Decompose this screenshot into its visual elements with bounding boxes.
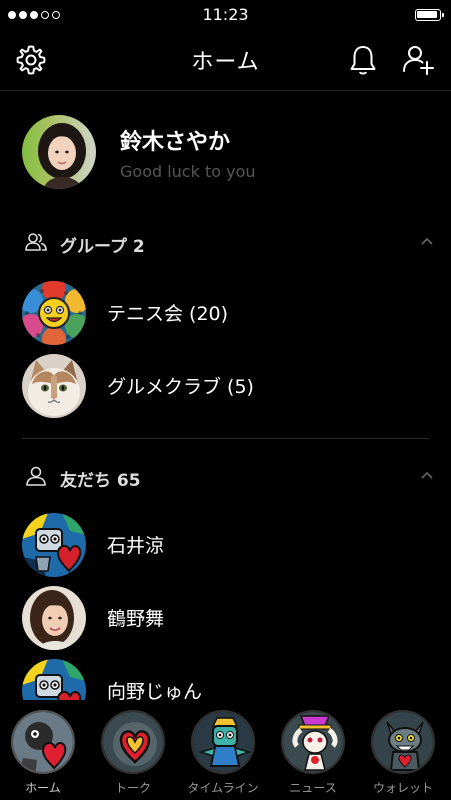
battery-icon [415, 9, 444, 21]
app-header: ホーム [0, 30, 451, 91]
bottom-tab-bar: ホーム トーク タイムライン ニュース ウォレット [0, 700, 451, 800]
tab-label: ホーム [25, 781, 61, 795]
rabbit-tab-avatar [281, 710, 345, 774]
tab-label: ウォレット [372, 781, 433, 795]
status-time: 11:23 [202, 5, 249, 24]
robot-heart-avatar [22, 513, 86, 577]
status-bar: 11:23 [0, 0, 451, 30]
tab-wallet[interactable]: ウォレット [365, 710, 441, 795]
group-name: テニス会 (20) [107, 303, 229, 325]
monster-tab-avatar [371, 710, 435, 774]
chevron-up-icon[interactable] [419, 234, 435, 250]
home-tab-avatar [11, 710, 75, 774]
profile-status-message: Good luck to you [120, 162, 256, 181]
friend-name: 向野じゅん [107, 681, 203, 700]
friends-section-header[interactable]: 友だち 65 [0, 456, 451, 496]
tab-timeline[interactable]: タイムライン [185, 710, 261, 795]
groups-section-header[interactable]: グループ 2 [0, 222, 451, 262]
tab-label: タイムライン [187, 781, 259, 795]
add-friend-icon[interactable] [400, 42, 436, 78]
list-item[interactable]: 石井涼 [0, 509, 451, 581]
flower-avatar [22, 281, 86, 345]
person-icon [26, 466, 46, 486]
page-title: ホーム [191, 50, 260, 75]
friends-section-title: 友だち 65 [60, 471, 141, 491]
woman-photo-avatar [22, 586, 86, 650]
heart-tab-avatar [101, 710, 165, 774]
tab-label: ニュース [289, 781, 337, 795]
bell-icon[interactable] [345, 42, 381, 78]
groups-section-title: グループ 2 [60, 237, 145, 257]
group-icon [25, 233, 47, 251]
cat-avatar [22, 354, 86, 418]
my-profile[interactable]: 鈴木さやか Good luck to you [0, 110, 451, 195]
tab-home[interactable]: ホーム [5, 710, 81, 795]
robot-heart-avatar [22, 659, 86, 700]
list-item[interactable]: グルメクラブ (5) [0, 350, 451, 422]
list-item[interactable]: 鶴野舞 [0, 582, 451, 654]
profile-name: 鈴木さやか [120, 130, 231, 155]
list-item[interactable]: 向野じゅん [0, 655, 451, 700]
section-divider [22, 438, 429, 439]
character-tab-avatar [191, 710, 255, 774]
friend-name: 石井涼 [107, 535, 165, 557]
list-item[interactable]: テニス会 (20) [0, 277, 451, 349]
group-name: グルメクラブ (5) [107, 376, 254, 398]
tab-label: トーク [114, 781, 151, 795]
profile-avatar[interactable] [22, 115, 96, 189]
tab-news[interactable]: ニュース [275, 710, 351, 795]
friend-name: 鶴野舞 [107, 608, 165, 630]
tab-talk[interactable]: トーク [95, 710, 171, 795]
chevron-up-icon[interactable] [419, 468, 435, 484]
